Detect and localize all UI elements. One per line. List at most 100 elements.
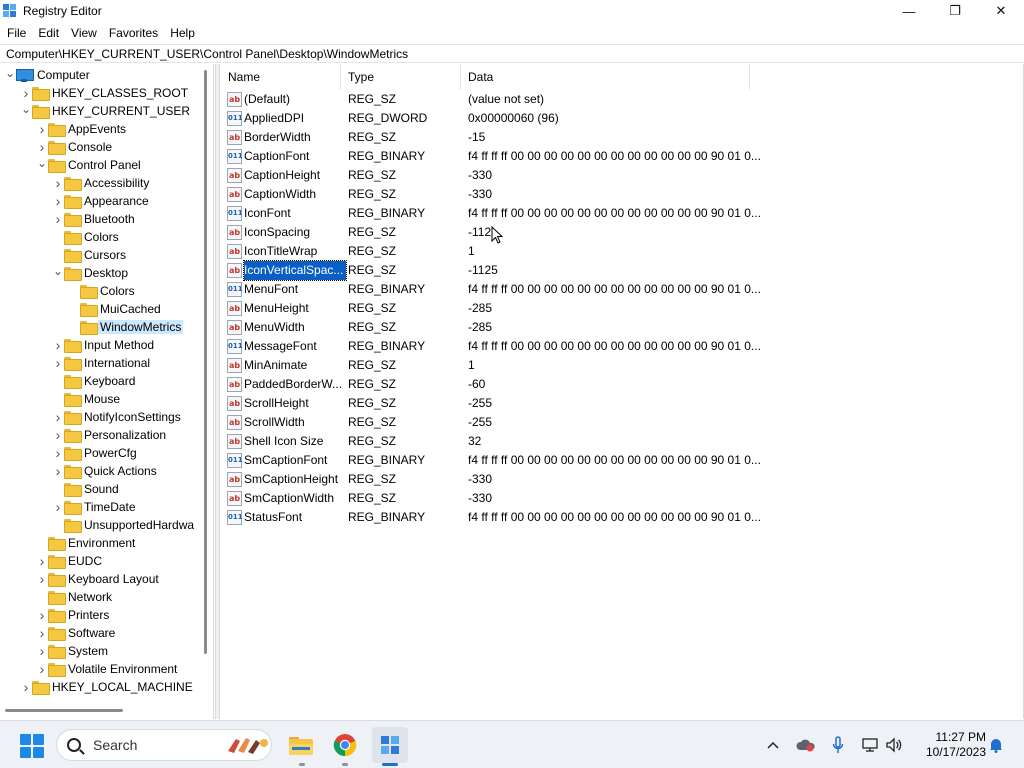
list-item[interactable]: 011 MessageFont REG_BINARY f4 ff ff ff 00 0… — [221, 337, 761, 356]
tree-item[interactable]: Mouse — [52, 390, 120, 408]
tree-item[interactable]: › Appearance — [52, 192, 149, 210]
chevron-right-icon[interactable]: › — [20, 678, 32, 696]
list-item[interactable]: ab CaptionHeight REG_SZ -330 — [221, 166, 751, 185]
chevron-right-icon[interactable]: › — [52, 336, 64, 354]
chevron-down-icon[interactable]: ⌄ — [52, 262, 64, 280]
tree-item[interactable]: › Personalization — [52, 426, 166, 444]
chevron-right-icon[interactable]: › — [52, 462, 64, 480]
volume-icon[interactable] — [884, 735, 904, 755]
list-item[interactable]: ab (Default) REG_SZ (value not set) — [221, 90, 751, 109]
tree-item[interactable]: › TimeDate — [52, 498, 136, 516]
file-explorer-icon[interactable] — [283, 727, 319, 763]
chevron-right-icon[interactable]: › — [36, 570, 48, 588]
tree-item[interactable]: WindowMetrics — [68, 318, 184, 336]
tree-item[interactable]: › Keyboard Layout — [36, 570, 159, 588]
tree-item[interactable]: › Quick Actions — [52, 462, 157, 480]
tree-item[interactable]: › HKEY_LOCAL_MACHINE — [20, 678, 193, 696]
column-header-data[interactable]: Data — [461, 64, 750, 90]
tree-item[interactable]: › PowerCfg — [52, 444, 137, 462]
registry-editor-taskbar-icon[interactable] — [372, 727, 408, 763]
list-item[interactable]: ab IconSpacing REG_SZ -112 — [221, 223, 751, 242]
chevron-up-icon[interactable] — [765, 735, 781, 755]
tree-item[interactable]: › International — [52, 354, 150, 372]
list-item[interactable]: 011 AppliedDPI REG_DWORD 0x00000060 (96) — [221, 109, 751, 128]
chevron-down-icon[interactable]: ⌄ — [36, 154, 48, 172]
tree-item[interactable]: ⌄ Desktop — [52, 264, 128, 282]
pane-splitter[interactable] — [215, 64, 220, 719]
tree-item[interactable]: › Software — [36, 624, 115, 642]
list-item[interactable]: ab MinAnimate REG_SZ 1 — [221, 356, 751, 375]
list-item[interactable]: 011 StatusFont REG_BINARY f4 ff ff ff 00 00… — [221, 508, 761, 527]
list-item[interactable]: ab ScrollWidth REG_SZ -255 — [221, 413, 751, 432]
maximize-button[interactable]: ❐ — [932, 0, 978, 22]
tree-item[interactable]: › NotifyIconSettings — [52, 408, 181, 426]
tree-item[interactable]: ⌄ Control Panel — [36, 156, 141, 174]
menu-view[interactable]: View — [65, 26, 103, 40]
chevron-right-icon[interactable]: › — [52, 498, 64, 516]
list-item[interactable]: 011 MenuFont REG_BINARY f4 ff ff ff 00 00 0… — [221, 280, 761, 299]
tree-item[interactable]: ⌄ HKEY_CURRENT_USER — [20, 102, 190, 120]
address-bar[interactable]: Computer\HKEY_CURRENT_USER\Control Panel… — [0, 44, 1024, 63]
tree-item[interactable]: › HKEY_CLASSES_ROOT — [20, 84, 188, 102]
menu-favorites[interactable]: Favorites — [103, 26, 164, 40]
chevron-right-icon[interactable]: › — [36, 624, 48, 642]
menu-edit[interactable]: Edit — [32, 26, 65, 40]
list-item[interactable]: 011 CaptionFont REG_BINARY f4 ff ff ff 00 0… — [221, 147, 761, 166]
list-item[interactable]: ab MenuHeight REG_SZ -285 — [221, 299, 751, 318]
notification-bell-icon[interactable] — [989, 737, 1003, 753]
chrome-icon[interactable] — [327, 727, 363, 763]
tree-item[interactable]: › AppEvents — [36, 120, 126, 138]
microphone-icon[interactable] — [830, 735, 846, 755]
tree-item[interactable]: Colors — [68, 282, 135, 300]
tree-item[interactable]: Network — [36, 588, 112, 606]
tree-item[interactable]: Colors — [52, 228, 119, 246]
chevron-right-icon[interactable]: › — [52, 426, 64, 444]
menu-file[interactable]: File — [1, 26, 32, 40]
chevron-right-icon[interactable]: › — [36, 642, 48, 660]
list-item[interactable]: 011 SmCaptionFont REG_BINARY f4 ff ff ff 00… — [221, 451, 761, 470]
list-item[interactable]: ab SmCaptionWidth REG_SZ -330 — [221, 489, 751, 508]
list-item[interactable]: ab Shell Icon Size REG_SZ 32 — [221, 432, 751, 451]
chevron-right-icon[interactable]: › — [52, 354, 64, 372]
chevron-right-icon[interactable]: › — [52, 210, 64, 228]
column-header-type[interactable]: Type — [341, 64, 461, 90]
tree-item[interactable]: Keyboard — [52, 372, 135, 390]
tree-item[interactable]: Environment — [36, 534, 135, 552]
system-clock[interactable]: 11:27 PM 10/17/2023 — [916, 730, 986, 760]
tree-item[interactable]: MuiCached — [68, 300, 161, 318]
tree-vertical-scroll-thumb[interactable] — [204, 70, 207, 654]
chevron-right-icon[interactable]: › — [52, 192, 64, 210]
chevron-right-icon[interactable]: › — [52, 174, 64, 192]
list-item[interactable]: 011 IconFont REG_BINARY f4 ff ff ff 00 00 0… — [221, 204, 761, 223]
start-button[interactable] — [20, 734, 44, 758]
list-item[interactable]: ab PaddedBorderW... REG_SZ -60 — [221, 375, 751, 394]
chevron-right-icon[interactable]: › — [36, 660, 48, 678]
tree-item[interactable]: ⌄ Computer — [4, 66, 90, 84]
minimize-button[interactable]: — — [886, 0, 932, 22]
chevron-down-icon[interactable]: ⌄ — [4, 64, 16, 82]
chevron-down-icon[interactable]: ⌄ — [20, 100, 32, 118]
chevron-right-icon[interactable]: › — [36, 552, 48, 570]
tree-item[interactable]: UnsupportedHardwa — [52, 516, 194, 534]
chevron-right-icon[interactable]: › — [52, 408, 64, 426]
tree-horizontal-scroll-thumb[interactable] — [5, 709, 123, 712]
tree-item[interactable]: › System — [36, 642, 108, 660]
list-item[interactable]: ab IconTitleWrap REG_SZ 1 — [221, 242, 751, 261]
list-item[interactable]: ab BorderWidth REG_SZ -15 — [221, 128, 751, 147]
tree-item[interactable]: › Bluetooth — [52, 210, 135, 228]
list-item[interactable]: ab CaptionWidth REG_SZ -330 — [221, 185, 751, 204]
column-header-name[interactable]: Name — [221, 64, 341, 90]
list-item[interactable]: ab MenuWidth REG_SZ -285 — [221, 318, 751, 337]
tree-item[interactable]: › EUDC — [36, 552, 102, 570]
list-item[interactable]: ab IconVerticalSpac... REG_SZ -1125 — [221, 260, 751, 281]
tree-item[interactable]: › Input Method — [52, 336, 154, 354]
onedrive-icon[interactable] — [795, 735, 817, 755]
chevron-right-icon[interactable]: › — [36, 606, 48, 624]
menu-help[interactable]: Help — [164, 26, 201, 40]
network-icon[interactable] — [860, 735, 880, 755]
tree-item[interactable]: › Printers — [36, 606, 109, 624]
close-button[interactable]: ✕ — [978, 0, 1024, 22]
list-item[interactable]: ab SmCaptionHeight REG_SZ -330 — [221, 470, 751, 489]
tree-item[interactable]: Sound — [52, 480, 119, 498]
chevron-right-icon[interactable]: › — [52, 444, 64, 462]
